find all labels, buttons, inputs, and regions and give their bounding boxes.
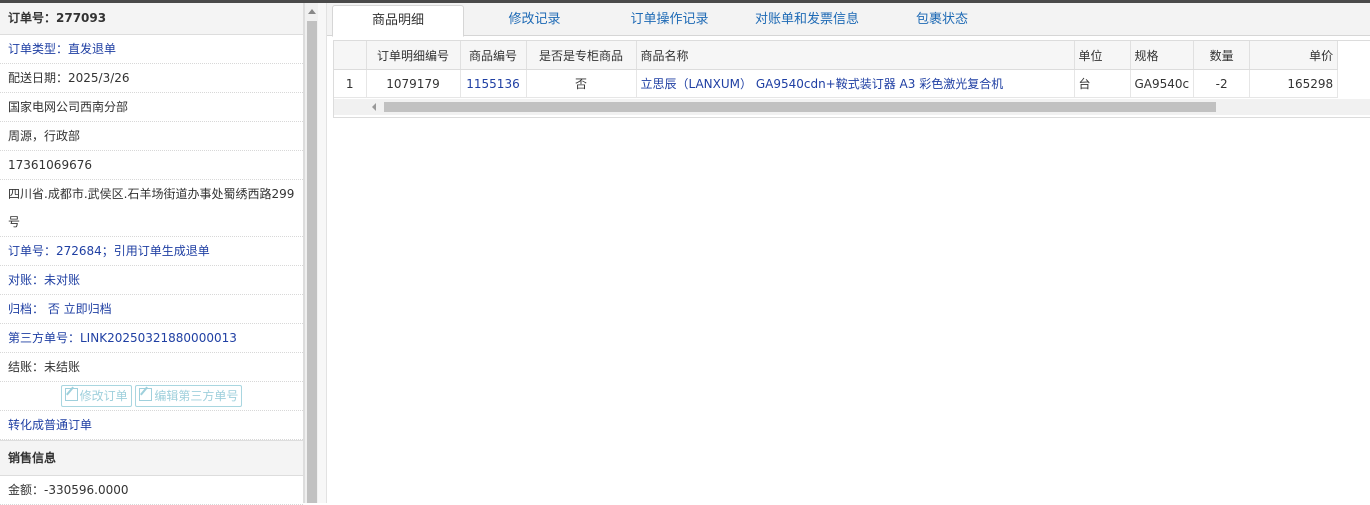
order-info-panel: 订单号：277093 订单类型：直发退单 配送日期：2025/3/26 国家电网… [0,3,304,505]
horizontal-scrollbar-thumb[interactable] [384,102,1216,112]
amount: 金额：-330596.0000 [0,476,303,505]
action-buttons: 修改订单 编辑第三方单号 [0,382,303,411]
panel-divider[interactable] [318,3,327,503]
cell-spec: GA9540c [1130,69,1195,98]
cell-product-no[interactable]: 1155136 [460,69,527,98]
cell-index: 1 [334,69,367,98]
edit-order-button[interactable]: 修改订单 [60,385,132,407]
third-party-number: 第三方单号：LINK20250321880000013 [0,324,303,353]
cell-price: 165298 [1249,69,1339,98]
col-header-product-name[interactable]: 商品名称 [636,41,1075,70]
tab-order-operation-log[interactable]: 订单操作记录 [607,5,732,35]
address: 四川省.成都市.武侯区.石羊场街道办事处蜀绣西路299号 [0,180,303,237]
tab-statement-invoice[interactable]: 对账单和发票信息 [742,5,872,35]
product-grid: 订单明细编号 商品编号 是否是专柜商品 商品名称 单位 规格 数量 单价 1 1… [333,40,1370,118]
reference-order-link[interactable]: 订单号：272684；引用订单生成退单 [0,237,303,266]
col-header-detail-no[interactable]: 订单明细编号 [366,41,461,70]
col-header-index [334,41,367,70]
col-header-counter[interactable]: 是否是专柜商品 [526,41,637,70]
delivery-date: 配送日期：2025/3/26 [0,64,303,93]
edit-icon [139,388,153,401]
table-row[interactable]: 1 1079179 1155136 否 立思辰（LANXUM） GA9540cd… [334,69,1339,98]
tab-package-status[interactable]: 包裹状态 [887,5,997,35]
scrollbar-thumb[interactable] [307,21,317,503]
detail-panel: 商品明细 修改记录 订单操作记录 对账单和发票信息 包裹状态 订单明细编号 商品… [327,3,1370,503]
cell-detail-no: 1079179 [366,69,461,98]
cell-counter: 否 [526,69,637,98]
order-number-header: 订单号：277093 [0,3,303,35]
horizontal-scrollbar[interactable] [334,99,1370,115]
order-type: 订单类型：直发退单 [0,35,303,64]
convert-order-link[interactable]: 转化成普通订单 [0,411,303,440]
reconcile-status[interactable]: 对账：未对账 [0,266,303,295]
product-table: 订单明细编号 商品编号 是否是专柜商品 商品名称 单位 规格 数量 单价 1 1… [334,41,1339,98]
table-header-row: 订单明细编号 商品编号 是否是专柜商品 商品名称 单位 规格 数量 单价 [334,41,1339,70]
col-header-product-no[interactable]: 商品编号 [460,41,527,70]
scroll-left-icon[interactable] [372,103,376,111]
cell-unit: 台 [1074,69,1131,98]
archive-status[interactable]: 归档： 否 立即归档 [0,295,303,324]
edit-icon [64,388,78,401]
col-header-unit[interactable]: 单位 [1074,41,1131,70]
sales-info-header: 销售信息 [0,440,303,476]
tab-product-details[interactable]: 商品明细 [332,5,464,37]
col-header-qty[interactable]: 数量 [1193,41,1251,70]
settle-status: 结账：未结账 [0,353,303,382]
company-name: 国家电网公司西南分部 [0,93,303,122]
edit-third-party-button[interactable]: 编辑第三方单号 [135,385,243,407]
edit-order-label: 修改订单 [79,389,128,403]
col-header-spec[interactable]: 规格 [1130,41,1195,70]
cell-product-name[interactable]: 立思辰（LANXUM） GA9540cdn+鞍式装订器 A3 彩色激光复合机 [636,69,1075,98]
tab-bar: 商品明细 修改记录 订单操作记录 对账单和发票信息 包裹状态 [327,3,1370,37]
col-header-price[interactable]: 单价 [1249,41,1339,70]
phone-number: 17361069676 [0,151,303,180]
tab-modification-log[interactable]: 修改记录 [477,5,592,35]
left-panel-scrollbar[interactable] [304,3,319,503]
scroll-up-icon[interactable] [308,9,316,14]
contact-person: 周源，行政部 [0,122,303,151]
edit-third-party-label: 编辑第三方单号 [154,389,239,403]
cell-qty: -2 [1193,69,1251,98]
